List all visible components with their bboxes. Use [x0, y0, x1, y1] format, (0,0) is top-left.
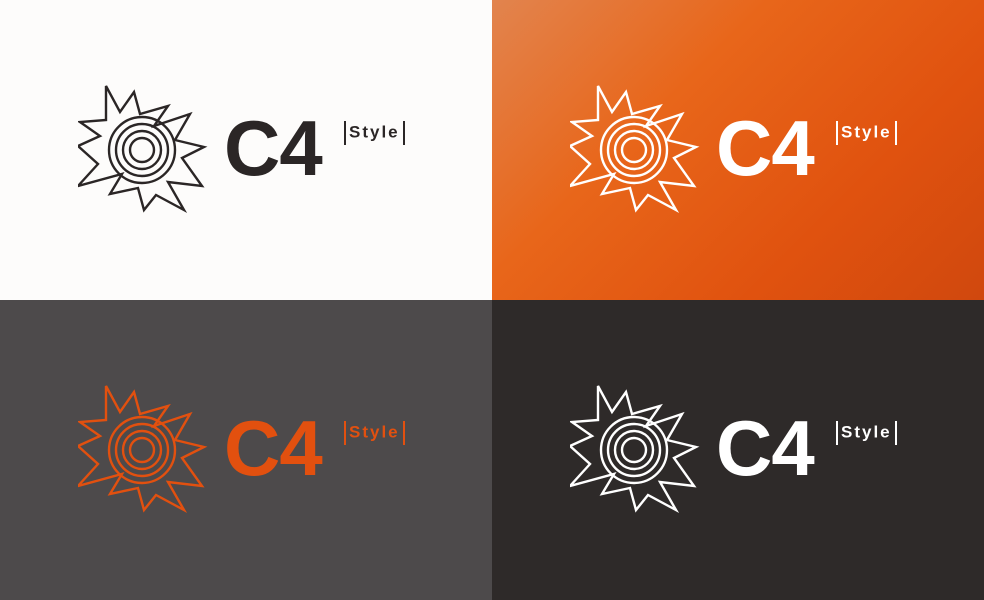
tagline-text: Style	[349, 122, 400, 142]
tagline-divider-right	[402, 420, 405, 445]
variant-gray: C4 Style	[0, 300, 492, 600]
tagline-divider-left	[836, 120, 838, 145]
tagline-divider-right	[402, 120, 405, 145]
sun-burst-icon	[570, 84, 702, 216]
tagline-divider-right	[894, 420, 897, 445]
brand-tagline: Style	[341, 119, 408, 146]
brand-tagline: Style	[341, 419, 408, 446]
logo: C4 Style	[78, 84, 418, 216]
tagline-text: Style	[841, 122, 892, 142]
logo: C4 Style	[78, 384, 418, 516]
sun-burst-icon	[570, 384, 702, 516]
brand-wordmark: C4	[716, 404, 815, 492]
variant-orange: C4 Style	[492, 0, 984, 300]
brand-wordmark: C4	[716, 104, 815, 192]
logo: C4 Style	[570, 384, 910, 516]
brand-wordmark: C4	[224, 104, 323, 192]
variant-light: C4 Style	[0, 0, 492, 300]
logo-variants-grid: C4 Style C4 Style C4 Style C4 Style	[0, 0, 984, 600]
tagline-text: Style	[841, 422, 892, 442]
brand-wordmark: C4	[224, 404, 323, 492]
logo: C4 Style	[570, 84, 910, 216]
variant-dark: C4 Style	[492, 300, 984, 600]
tagline-divider-left	[836, 420, 838, 445]
tagline-divider-right	[894, 120, 897, 145]
tagline-divider-left	[344, 120, 346, 145]
sun-burst-icon	[78, 84, 210, 216]
sun-burst-icon	[78, 384, 210, 516]
tagline-divider-left	[344, 420, 346, 445]
brand-tagline: Style	[833, 419, 900, 446]
brand-tagline: Style	[833, 119, 900, 146]
tagline-text: Style	[349, 422, 400, 442]
